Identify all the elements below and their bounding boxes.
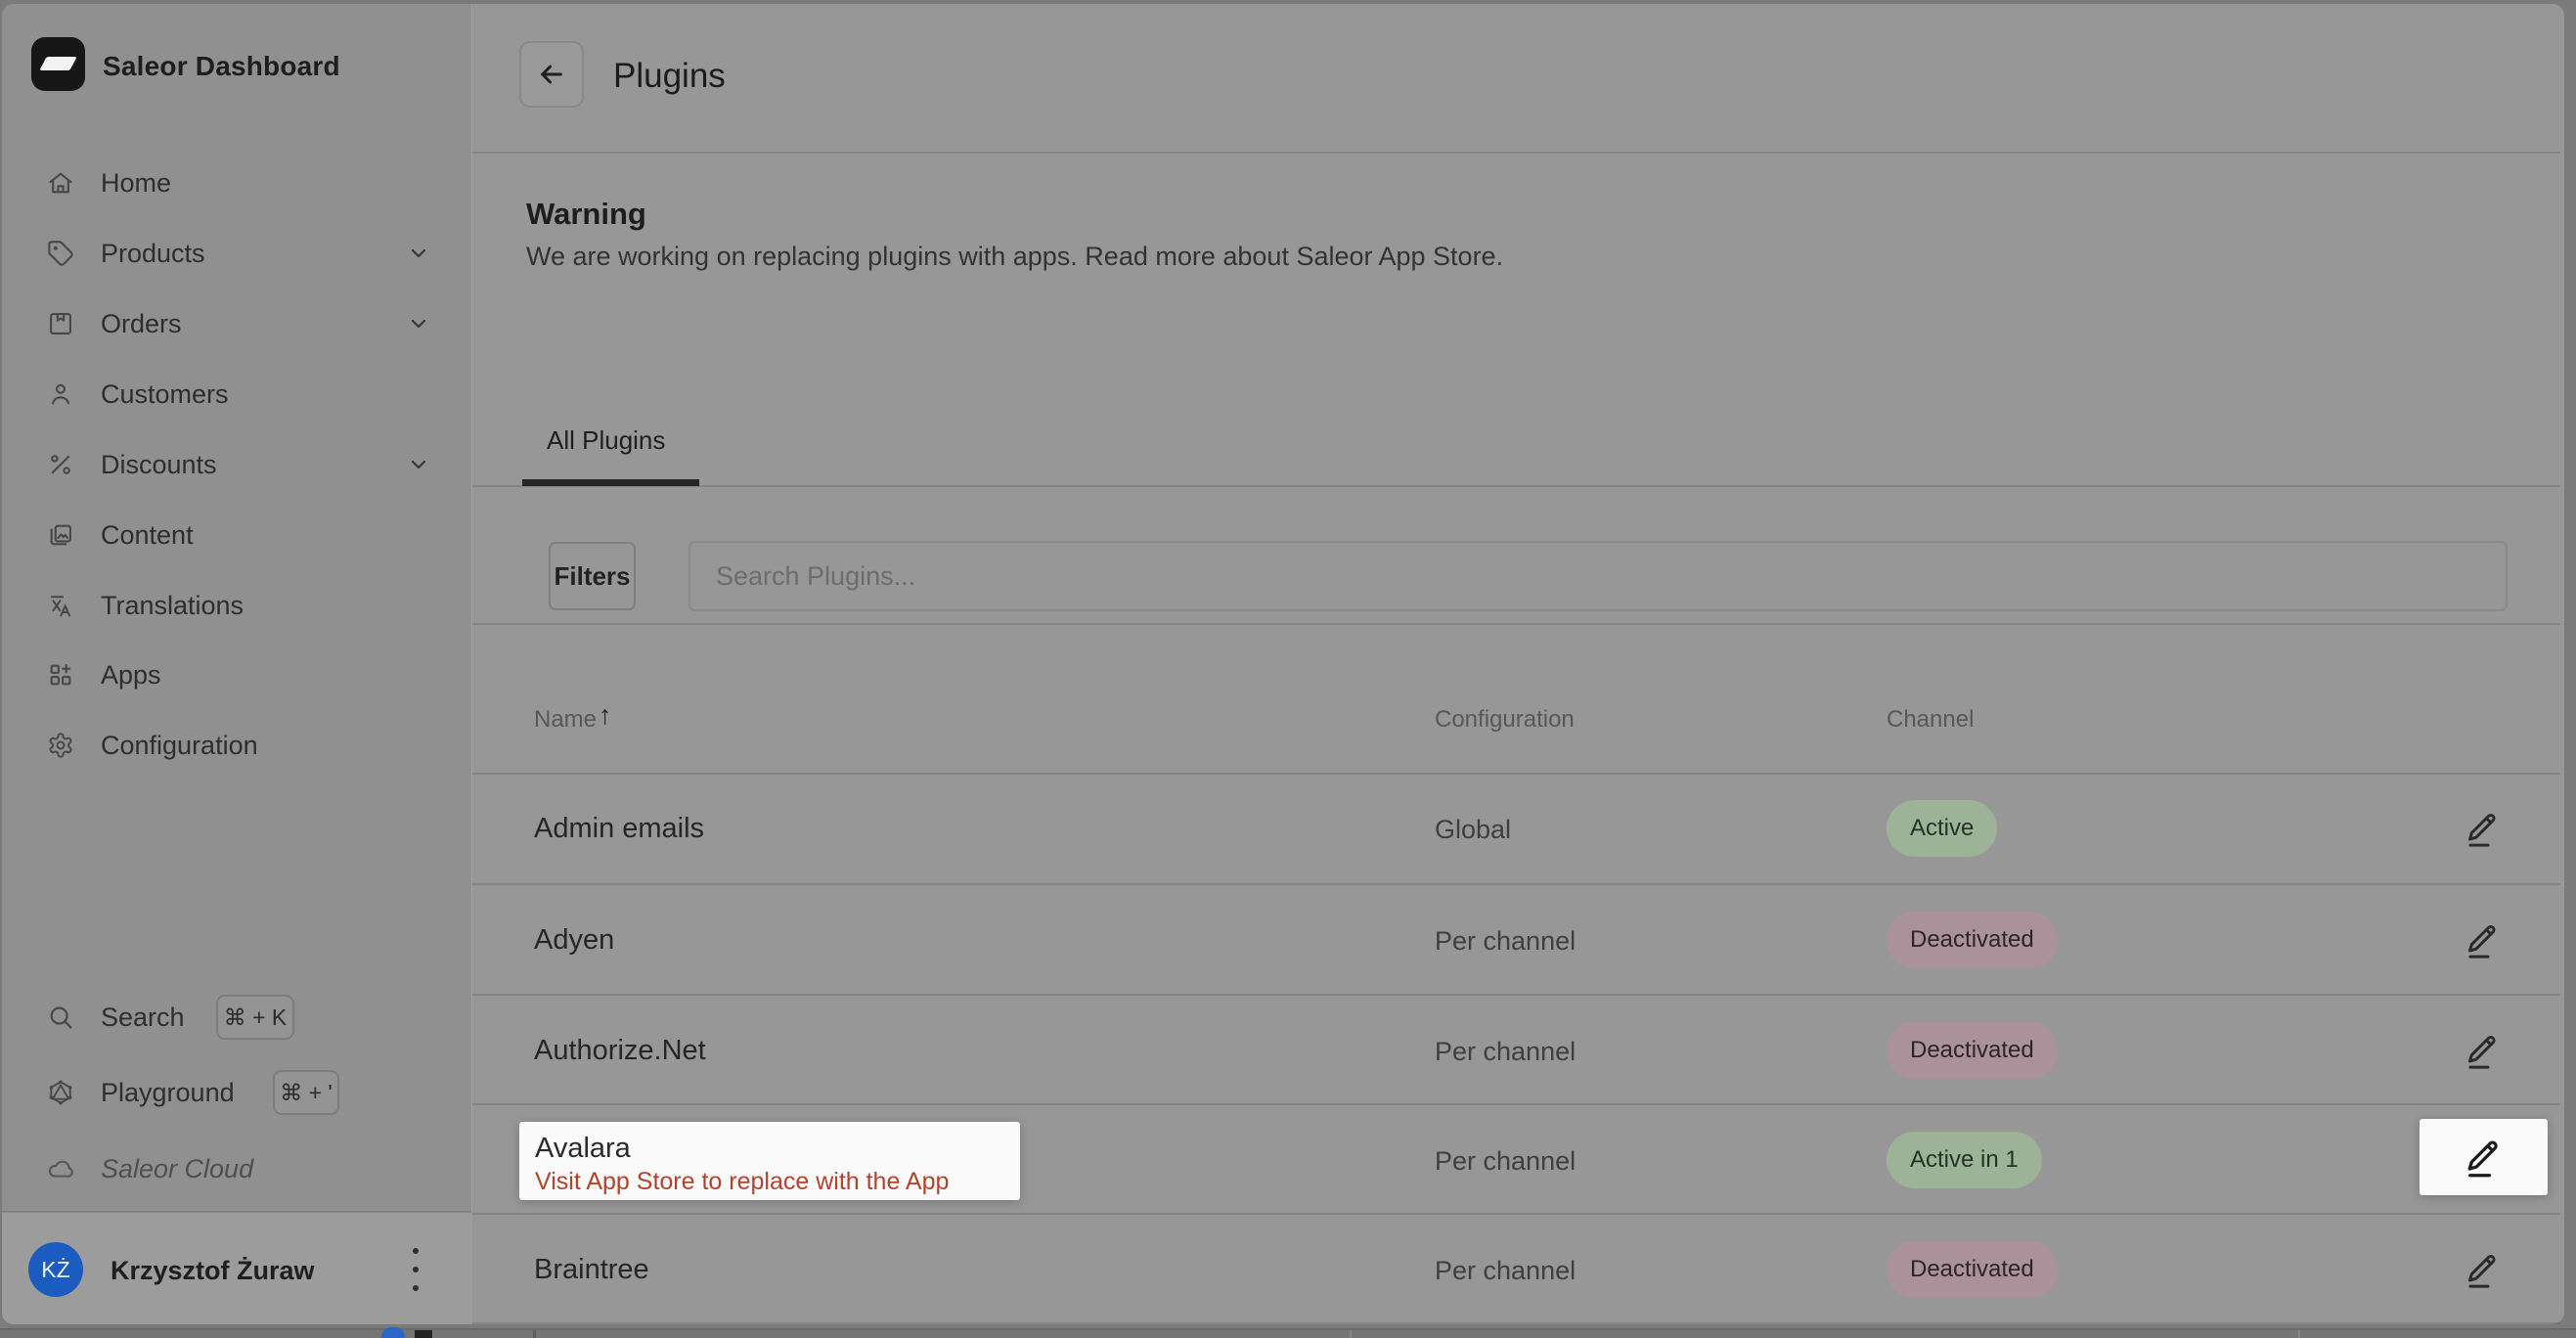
chevron-down-icon[interactable]	[407, 453, 430, 476]
graphql-playground-icon	[47, 1079, 74, 1106]
edit-plugin-button[interactable]	[2449, 1235, 2517, 1304]
sidebar-item-label: Content	[101, 520, 194, 551]
sidebar-item-translations[interactable]: Translations	[23, 570, 454, 641]
column-header-configuration: Configuration	[1435, 706, 1575, 734]
search-shortcut-badge: ⌘ + K	[216, 995, 294, 1040]
plugin-configuration: Per channel	[1435, 1256, 1576, 1286]
percent-icon	[47, 451, 74, 478]
tab-all-plugins[interactable]: All Plugins	[547, 425, 665, 456]
chevron-down-icon[interactable]	[407, 242, 430, 265]
orders-box-icon	[47, 310, 74, 337]
person-icon	[47, 380, 74, 408]
sidebar-item-configuration[interactable]: Configuration	[23, 710, 454, 780]
cloud-icon	[47, 1155, 74, 1182]
status-badge: Active	[1887, 800, 1997, 857]
sidebar-item-label: Search	[101, 1003, 185, 1033]
row-divider	[472, 1322, 2560, 1324]
plugin-name: Admin emails	[534, 813, 704, 845]
status-badge: Deactivated	[1887, 1241, 2058, 1298]
plugin-configuration: Global	[1435, 815, 1511, 845]
plugin-name: Authorize.Net	[534, 1035, 706, 1067]
search-plugins-box	[688, 541, 2508, 611]
sidebar-item-customers[interactable]: Customers	[23, 359, 454, 429]
search-plugins-input[interactable]	[716, 561, 2378, 592]
gear-icon	[47, 732, 74, 759]
sidebar-item-apps[interactable]: Apps	[23, 640, 454, 710]
warning-title: Warning	[526, 197, 646, 232]
clipped-separator	[1350, 1330, 1352, 1338]
sidebar-item-home[interactable]: Home	[23, 148, 454, 218]
sidebar-item-label: Customers	[101, 379, 229, 410]
plugin-name: Adyen	[534, 924, 614, 957]
sidebar-item-playground[interactable]: Playground	[23, 1057, 454, 1128]
edit-plugin-button[interactable]	[2449, 1016, 2517, 1085]
plugin-name: Avalara	[535, 1131, 1020, 1166]
table-row-adyen[interactable]: Adyen Per channel Deactivated	[471, 884, 2562, 995]
sidebar-item-label: Playground	[101, 1078, 235, 1108]
user-menu-button[interactable]	[404, 1248, 427, 1291]
plugin-configuration: Per channel	[1435, 1037, 1576, 1067]
apps-grid-icon	[47, 661, 74, 689]
sidebar-item-label: Translations	[101, 591, 244, 621]
column-header-name[interactable]: Name	[534, 706, 597, 734]
plugins-page: { "brand": { "title": "Saleor Dashboard"…	[0, 0, 2576, 1338]
table-row-authorize-net[interactable]: Authorize.Net Per channel Deactivated	[471, 995, 2562, 1105]
clipped-separator	[2298, 1330, 2300, 1338]
table-top-divider	[472, 623, 2560, 625]
tag-icon	[47, 240, 74, 267]
plugin-configuration: Per channel	[1435, 1146, 1576, 1177]
sidebar-item-content[interactable]: Content	[23, 500, 454, 570]
plugin-name: Braintree	[534, 1254, 649, 1286]
clipped-text-fragment	[415, 1330, 432, 1338]
arrow-left-icon	[536, 59, 567, 90]
status-badge: Deactivated	[1887, 912, 2058, 968]
app-store-replace-link[interactable]: Visit App Store to replace with the App	[535, 1166, 1020, 1197]
saleor-logo-glyph	[39, 57, 76, 70]
avatar[interactable]: KŻ	[28, 1242, 83, 1297]
table-row-admin-emails[interactable]: Admin emails Global Active	[471, 773, 2562, 883]
edit-plugin-button[interactable]	[2449, 794, 2517, 863]
page-title: Plugins	[613, 57, 726, 96]
edit-plugin-button[interactable]	[2449, 906, 2517, 974]
filters-button-label: Filters	[554, 561, 630, 592]
tab-row-divider	[472, 485, 2560, 487]
avalara-edit-spotlight[interactable]	[2420, 1119, 2548, 1195]
warning-message: We are working on replacing plugins with…	[526, 242, 1503, 272]
sidebar-item-label: Orders	[101, 309, 182, 339]
sidebar-item-label: Apps	[101, 660, 161, 691]
sidebar-user-divider	[2, 1211, 471, 1213]
sort-ascending-icon[interactable]: ↑	[599, 700, 612, 731]
translate-icon	[47, 592, 74, 619]
sidebar-item-orders[interactable]: Orders	[23, 289, 454, 359]
home-icon	[47, 169, 74, 197]
status-badge: Active in 1	[1887, 1132, 2042, 1188]
status-badge: Deactivated	[1887, 1022, 2058, 1079]
user-name: Krzysztof Żuraw	[111, 1256, 315, 1286]
search-icon	[47, 1004, 74, 1031]
table-row-braintree[interactable]: Braintree Per channel Deactivated	[471, 1214, 2562, 1324]
header-divider	[472, 152, 2560, 154]
content-icon	[47, 521, 74, 549]
filters-button[interactable]: Filters	[549, 542, 636, 610]
playground-shortcut-badge: ⌘ + '	[273, 1070, 339, 1115]
chevron-down-icon[interactable]	[407, 312, 430, 335]
sidebar-item-products[interactable]: Products	[23, 218, 454, 289]
back-button[interactable]	[519, 41, 584, 108]
sidebar-item-label: Configuration	[101, 731, 258, 761]
sidebar-item-saleor-cloud[interactable]: Saleor Cloud	[23, 1134, 454, 1204]
avalara-spotlight[interactable]: Avalara Visit App Store to replace with …	[519, 1122, 1020, 1200]
brand-title: Saleor Dashboard	[103, 51, 340, 82]
plugin-configuration: Per channel	[1435, 926, 1576, 957]
sidebar-item-label: Products	[101, 239, 205, 269]
sidebar-item-label: Discounts	[101, 450, 217, 480]
clipped-browser-icon	[381, 1327, 405, 1338]
sidebar-item-label: Saleor Cloud	[101, 1154, 253, 1184]
pencil-icon	[2464, 1135, 2505, 1180]
clipped-separator	[533, 1330, 536, 1338]
saleor-logo	[31, 37, 85, 91]
sidebar-item-label: Home	[101, 168, 171, 199]
column-header-channel: Channel	[1887, 706, 1974, 734]
sidebar-item-discounts[interactable]: Discounts	[23, 429, 454, 500]
